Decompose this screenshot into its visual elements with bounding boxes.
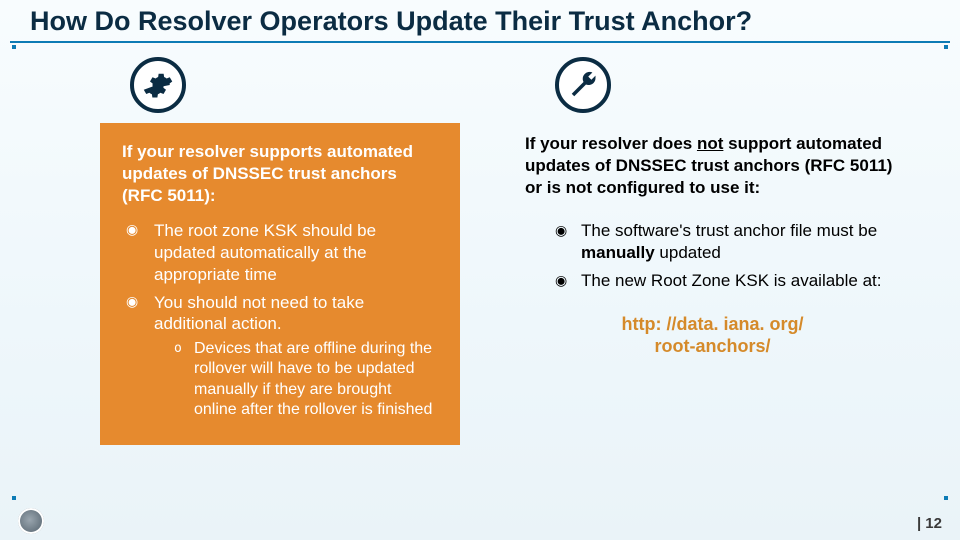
decor-dot xyxy=(12,496,16,500)
list-item: You should not need to take additional a… xyxy=(126,292,438,421)
decor-dot xyxy=(944,45,948,49)
bullet-text: You should not need to take additional a… xyxy=(154,293,364,334)
list-item: The root zone KSK should be updated auto… xyxy=(126,220,438,285)
intro-pre: If your resolver does xyxy=(525,134,697,153)
right-column: If your resolver does not support automa… xyxy=(525,57,900,445)
bullet-text: The software's trust anchor file must be… xyxy=(581,221,877,262)
link-line2: root-anchors/ xyxy=(654,336,770,356)
icann-logo xyxy=(18,508,44,534)
intro-not: not xyxy=(697,134,723,153)
decor-dot xyxy=(12,45,16,49)
trust-anchor-link[interactable]: http: //data. iana. org/ root-anchors/ xyxy=(525,313,900,358)
page-title: How Do Resolver Operators Update Their T… xyxy=(10,0,950,43)
right-intro: If your resolver does not support automa… xyxy=(525,133,900,198)
list-item: The new Root Zone KSK is available at: xyxy=(555,270,900,292)
left-intro: If your resolver supports automated upda… xyxy=(122,141,438,206)
decor-dot xyxy=(944,496,948,500)
sublist-item: Devices that are offline during the roll… xyxy=(174,339,438,421)
link-line1: http: //data. iana. org/ xyxy=(621,314,803,334)
wrench-icon xyxy=(555,57,611,113)
content-columns: If your resolver supports automated upda… xyxy=(0,43,960,445)
slide: How Do Resolver Operators Update Their T… xyxy=(0,0,960,540)
left-column: If your resolver supports automated upda… xyxy=(100,57,475,445)
left-bullets: The root zone KSK should be updated auto… xyxy=(122,220,438,421)
right-bullets: The software's trust anchor file must be… xyxy=(525,220,900,292)
bullet-text: The root zone KSK should be updated auto… xyxy=(154,221,376,284)
page-number: | 12 xyxy=(917,515,942,532)
left-sublist: Devices that are offline during the roll… xyxy=(154,339,438,421)
gear-icon xyxy=(130,57,186,113)
automated-box: If your resolver supports automated upda… xyxy=(100,123,460,445)
list-item: The software's trust anchor file must be… xyxy=(555,220,900,264)
